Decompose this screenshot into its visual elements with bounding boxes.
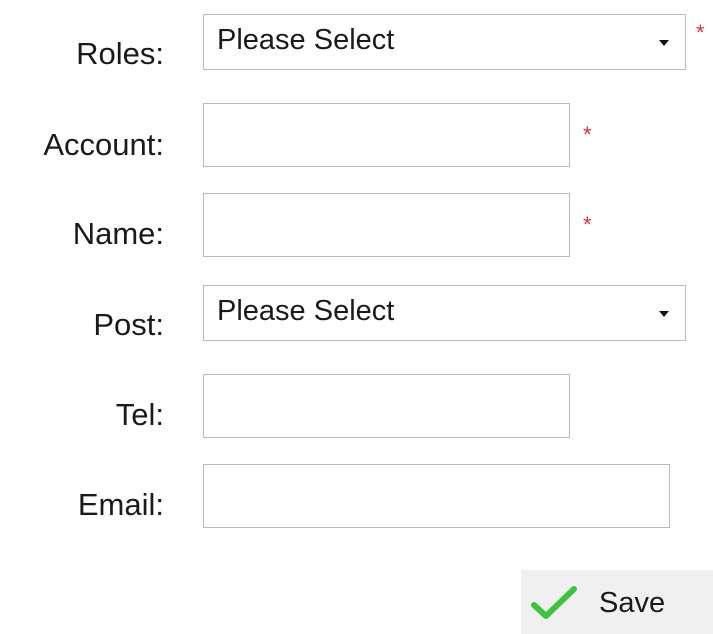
name-required-mark: *	[583, 212, 592, 237]
save-button-label: Save	[599, 587, 666, 619]
name-label: Name:	[72, 216, 164, 251]
chevron-down-icon	[659, 40, 669, 46]
save-button[interactable]: Save	[521, 570, 713, 634]
roles-label: Roles:	[76, 36, 164, 71]
post-select-value: Please Select	[217, 295, 395, 327]
post-label: Post:	[93, 307, 164, 342]
tel-label: Tel:	[115, 397, 164, 432]
email-label: Email:	[77, 487, 164, 522]
roles-required-mark: *	[696, 20, 705, 45]
account-input[interactable]	[203, 103, 570, 167]
post-select[interactable]: Please Select	[203, 285, 686, 341]
tel-input[interactable]	[203, 374, 570, 438]
account-required-mark: *	[583, 122, 592, 147]
email-input[interactable]	[203, 464, 670, 528]
account-label: Account:	[43, 127, 164, 162]
roles-select[interactable]: Please Select	[203, 14, 686, 70]
name-input[interactable]	[203, 193, 570, 257]
checkmark-icon	[531, 586, 577, 619]
chevron-down-icon	[659, 311, 669, 317]
roles-select-value: Please Select	[217, 24, 395, 56]
